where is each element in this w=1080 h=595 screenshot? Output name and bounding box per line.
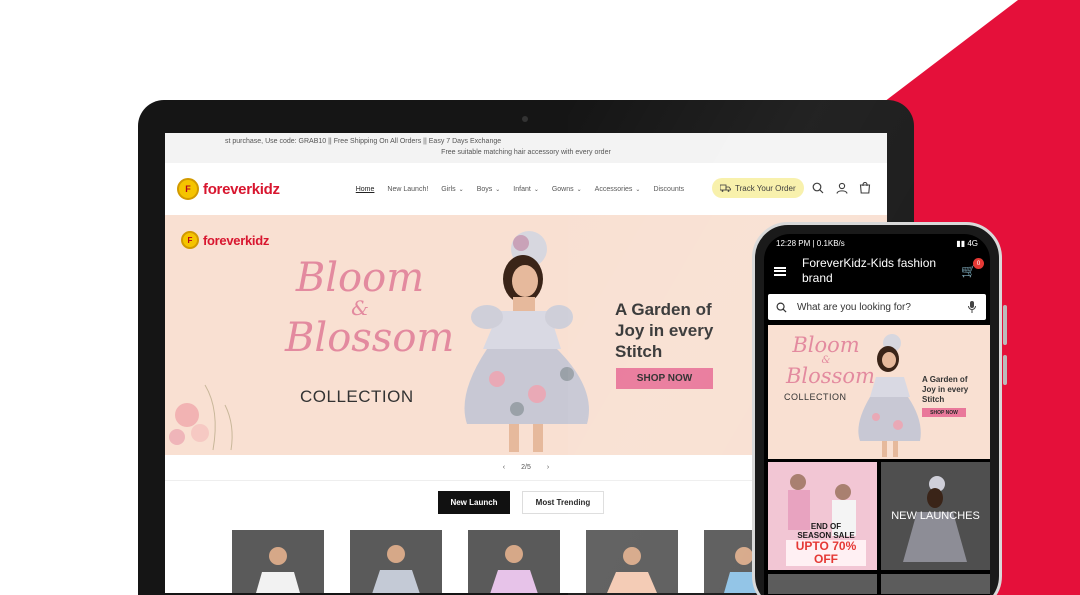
account-icon[interactable] bbox=[836, 182, 848, 194]
nav-girls-label: Girls bbox=[441, 185, 456, 193]
product-image bbox=[607, 547, 657, 593]
nav-girls[interactable]: Girls ⌄ bbox=[441, 186, 463, 193]
girl-in-dress-image bbox=[464, 231, 589, 452]
nav-accessories[interactable]: Accessories ⌄ bbox=[595, 186, 641, 193]
product-image bbox=[490, 545, 538, 593]
hero-title-line1: Bloom bbox=[295, 255, 425, 301]
nav-accessories-label: Accessories bbox=[594, 185, 633, 193]
product-image bbox=[256, 547, 300, 593]
nav-boys-label: Boys bbox=[476, 185, 493, 193]
tab-most-trending[interactable]: Most Trending bbox=[522, 491, 604, 514]
sale-discount: UPTO 70% OFF bbox=[786, 540, 866, 566]
nav-infant[interactable]: Infant ⌄ bbox=[513, 186, 539, 193]
product-card[interactable] bbox=[468, 530, 560, 593]
search-icon bbox=[776, 302, 787, 313]
search-icon[interactable] bbox=[812, 182, 824, 194]
product-image bbox=[372, 545, 420, 593]
nav-home[interactable]: Home bbox=[356, 186, 375, 193]
announcement-line-2: Free suitable matching hair accessory wi… bbox=[441, 149, 611, 156]
new-launches-label: NEW LAUNCHES bbox=[891, 510, 980, 522]
menu-icon[interactable] bbox=[774, 266, 786, 276]
hero-tagline-line1: A Garden of bbox=[615, 300, 712, 319]
slider-page-indicator: 2/5 bbox=[521, 464, 531, 471]
phone-side-button bbox=[1003, 355, 1007, 385]
app-bar: ForeverKidz-Kids fashion brand 🛒 0 bbox=[764, 252, 990, 290]
status-signal: ▮▮ 4G bbox=[956, 238, 978, 248]
hero-tagline: A Garden of Joy in every Stitch bbox=[615, 299, 713, 362]
slider-prev-button[interactable]: ‹ bbox=[503, 464, 505, 471]
phone-side-button bbox=[1003, 305, 1007, 345]
phone-tagline-line1: A Garden of bbox=[922, 375, 968, 384]
hero-title-line2: Blossom bbox=[285, 315, 455, 361]
slider-next-button[interactable]: › bbox=[547, 464, 549, 471]
logo-mark-icon: F bbox=[181, 231, 199, 249]
chevron-down-icon: ⌄ bbox=[635, 186, 641, 193]
announcement-bar: st purchase, Use code: GRAB10 || Free Sh… bbox=[165, 133, 887, 163]
nav-infant-label: Infant bbox=[513, 185, 531, 193]
chevron-down-icon: ⌄ bbox=[495, 186, 501, 193]
phone-hero-tagline: A Garden of Joy in every Stitch bbox=[922, 375, 968, 405]
category-tile[interactable] bbox=[881, 574, 990, 594]
microphone-icon[interactable] bbox=[968, 301, 976, 313]
tab-new-launch[interactable]: New Launch bbox=[438, 491, 510, 514]
logo-mark-icon: F bbox=[177, 178, 199, 200]
track-order-label: Track Your Order bbox=[735, 183, 796, 193]
track-order-button[interactable]: Track Your Order bbox=[712, 178, 804, 198]
nav-new-launch[interactable]: New Launch! bbox=[387, 186, 428, 193]
status-bar: 12:28 PM | 0.1KB/s ▮▮ 4G bbox=[764, 234, 990, 252]
chevron-down-icon: ⌄ bbox=[533, 186, 539, 193]
sale-line1: END OF bbox=[810, 522, 842, 531]
phone-collection-label: COLLECTION bbox=[784, 392, 847, 402]
truck-icon bbox=[720, 184, 731, 192]
cart-count-badge: 0 bbox=[973, 258, 984, 269]
hero-title: Bloom & Blossom bbox=[285, 258, 454, 358]
app-title: ForeverKidz-Kids fashion brand bbox=[802, 256, 937, 285]
hero-tagline-line2: Joy in every bbox=[615, 321, 714, 340]
product-tabs: New Launch Most Trending bbox=[438, 491, 604, 514]
phone-tagline-line2: Joy in every bbox=[922, 385, 969, 394]
flower-decoration-icon bbox=[169, 384, 233, 451]
product-grid bbox=[232, 530, 796, 593]
chevron-down-icon: ⌄ bbox=[458, 186, 464, 193]
search-input[interactable]: What are you looking for? bbox=[768, 294, 986, 320]
laptop-camera bbox=[522, 116, 528, 122]
status-time: 12:28 PM | 0.1KB/s bbox=[776, 238, 845, 248]
hero-logo: F foreverkidz bbox=[181, 231, 269, 249]
nav-boys[interactable]: Boys ⌄ bbox=[477, 186, 501, 193]
site-logo[interactable]: F foreverkidz bbox=[177, 178, 280, 200]
chevron-down-icon: ⌄ bbox=[576, 186, 582, 193]
category-tile[interactable] bbox=[768, 574, 877, 594]
shop-now-button[interactable]: SHOP NOW bbox=[616, 368, 713, 389]
sale-tile[interactable]: END OF SEASON SALE UPTO 70% OFF bbox=[768, 462, 877, 570]
hero-tagline-line3: Stitch bbox=[615, 342, 663, 361]
phone-shop-now-button[interactable]: SHOP NOW bbox=[922, 408, 966, 417]
announcement-line-1: st purchase, Use code: GRAB10 || Free Sh… bbox=[225, 138, 502, 145]
girl-in-dress-image bbox=[858, 334, 921, 457]
sale-text: END OF SEASON SALE UPTO 70% OFF bbox=[786, 522, 866, 566]
cart-icon[interactable] bbox=[859, 182, 871, 194]
product-card[interactable] bbox=[586, 530, 678, 593]
nav-gowns[interactable]: Gowns ⌄ bbox=[552, 186, 582, 193]
phone-category-tiles: END OF SEASON SALE UPTO 70% OFF NEW LAUN… bbox=[768, 462, 990, 594]
logo-text: foreverkidz bbox=[203, 180, 280, 198]
nav-gowns-label: Gowns bbox=[551, 185, 574, 193]
product-card[interactable] bbox=[350, 530, 442, 593]
phone-tagline-line3: Stitch bbox=[922, 395, 945, 404]
main-nav: Home New Launch! Girls ⌄ Boys ⌄ Infant ⌄ Go… bbox=[356, 186, 684, 193]
phone-frame: 12:28 PM | 0.1KB/s ▮▮ 4G ForeverKidz-Kid… bbox=[752, 222, 1007, 595]
search-placeholder: What are you looking for? bbox=[797, 301, 911, 313]
hero-collection-label: COLLECTION bbox=[300, 387, 414, 406]
product-card[interactable] bbox=[232, 530, 324, 593]
phone-screen: 12:28 PM | 0.1KB/s ▮▮ 4G ForeverKidz-Kid… bbox=[764, 234, 990, 595]
hero-logo-text: foreverkidz bbox=[203, 232, 270, 248]
site-header: F foreverkidz Home New Launch! Girls ⌄ Bo… bbox=[165, 163, 887, 215]
phone-hero-banner[interactable]: Bloom & Blossom COLLECTION A Garden of J… bbox=[768, 325, 990, 459]
nav-discounts[interactable]: Discounts bbox=[653, 186, 684, 193]
new-launches-tile[interactable]: NEW LAUNCHES bbox=[881, 462, 990, 570]
